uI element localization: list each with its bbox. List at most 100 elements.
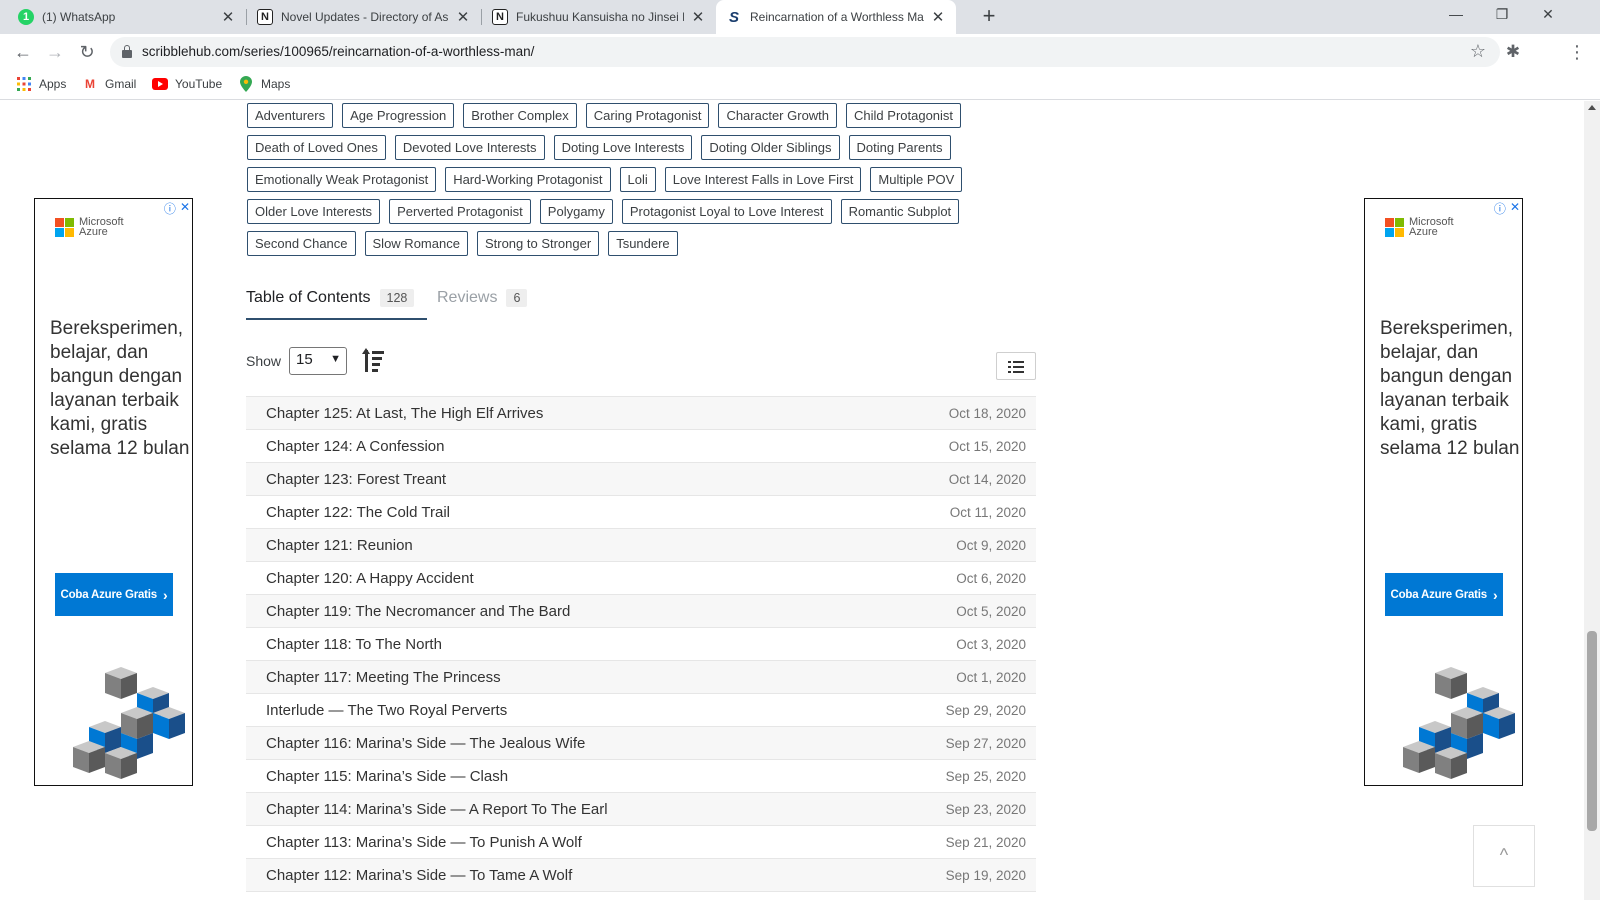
scrollbar-thumb[interactable]: [1587, 631, 1597, 831]
back-arrow-icon[interactable]: ←: [10, 39, 36, 65]
close-icon[interactable]: ✕: [180, 200, 190, 217]
chapter-link[interactable]: Chapter 114: Marina’s Side — A Report To…: [266, 801, 608, 818]
chapter-row[interactable]: Chapter 119: The Necromancer and The Bar…: [246, 595, 1036, 628]
chapter-row[interactable]: Chapter 117: Meeting The Princess Oct 1, …: [246, 661, 1036, 694]
chapter-row[interactable]: Chapter 112: Marina’s Side — To Tame A W…: [246, 859, 1036, 892]
tag-link[interactable]: Loli: [619, 167, 656, 192]
bookmark-maps[interactable]: Maps: [238, 76, 290, 92]
pagination-controls: Show 15 ▼: [246, 347, 387, 375]
close-icon[interactable]: ✕: [220, 8, 236, 26]
tag-link[interactable]: Emotionally Weak Protagonist: [247, 167, 437, 192]
chapter-row[interactable]: Chapter 116: Marina’s Side — The Jealous…: [246, 727, 1036, 760]
left-ad-banner[interactable]: ⓘ ✕ Microsoft Azure Bereksperimen, belajar…: [34, 198, 193, 786]
forward-arrow-icon[interactable]: →: [42, 39, 68, 65]
info-icon[interactable]: ⓘ: [1494, 200, 1506, 217]
tab-reviews[interactable]: Reviews 6: [437, 289, 528, 307]
tag-link[interactable]: Child Protagonist: [846, 103, 962, 128]
tag-link[interactable]: Doting Older Siblings: [701, 135, 840, 160]
tag-link[interactable]: Caring Protagonist: [585, 103, 710, 128]
right-ad-banner[interactable]: ⓘ ✕ Microsoft Azure Bereksperimen, belajar…: [1364, 198, 1523, 786]
new-tab-button[interactable]: +: [976, 4, 1002, 30]
sort-order-icon[interactable]: [362, 348, 387, 374]
tag-link[interactable]: Romantic Subplot: [840, 199, 960, 224]
tag-link[interactable]: Polygamy: [539, 199, 613, 224]
bookmark-apps[interactable]: Apps: [16, 76, 66, 92]
tab-whatsapp[interactable]: 1 (1) WhatsApp ✕: [8, 0, 246, 34]
chapter-link[interactable]: Chapter 123: Forest Treant: [266, 471, 446, 488]
reload-icon[interactable]: ↻: [74, 39, 100, 65]
chapter-row[interactable]: Chapter 122: The Cold Trail Oct 11, 2020: [246, 496, 1036, 529]
tag-link[interactable]: Strong to Stronger: [476, 231, 600, 256]
chapter-link[interactable]: Interlude — The Two Royal Perverts: [266, 702, 507, 719]
chapter-link[interactable]: Chapter 119: The Necromancer and The Bar…: [266, 603, 570, 620]
kebab-menu-icon[interactable]: ⋮: [1567, 39, 1587, 65]
url-text[interactable]: scribblehub.com/series/100965/reincarnat…: [142, 44, 534, 59]
tag-link[interactable]: Adventurers: [247, 103, 334, 128]
chapter-row[interactable]: Chapter 125: At Last, The High Elf Arriv…: [246, 397, 1036, 430]
tag-link[interactable]: Death of Loved Ones: [247, 135, 386, 160]
close-icon[interactable]: ✕: [1510, 200, 1520, 217]
list-view-toggle-icon[interactable]: [996, 352, 1036, 380]
tag-link[interactable]: Hard-Working Protagonist: [445, 167, 611, 192]
tag-link[interactable]: Character Growth: [718, 103, 838, 128]
tag-link[interactable]: Brother Complex: [463, 103, 577, 128]
page-size-value: 15: [296, 351, 313, 368]
chapter-link[interactable]: Chapter 117: Meeting The Princess: [266, 669, 501, 686]
info-icon[interactable]: ⓘ: [164, 200, 176, 217]
chapter-link[interactable]: Chapter 124: A Confession: [266, 438, 444, 455]
back-to-top-button[interactable]: ^: [1473, 825, 1535, 887]
chapter-row[interactable]: Chapter 115: Marina’s Side — Clash Sep 25…: [246, 760, 1036, 793]
tag-link[interactable]: Older Love Interests: [247, 199, 381, 224]
tab-novel-updates[interactable]: N Novel Updates - Directory of Asia ✕: [247, 0, 481, 34]
ad-choices[interactable]: ⓘ ✕: [1494, 200, 1520, 217]
tab-reincarnation[interactable]: S Reincarnation of a Worthless Man ✕: [716, 0, 956, 34]
tag-link[interactable]: Doting Love Interests: [553, 135, 693, 160]
chapter-row[interactable]: Chapter 120: A Happy Accident Oct 6, 2020: [246, 562, 1036, 595]
ad-cta-button[interactable]: Coba Azure Gratis ›: [55, 573, 173, 616]
tag-link[interactable]: Tsundere: [608, 231, 678, 256]
ad-cta-button[interactable]: Coba Azure Gratis ›: [1385, 573, 1503, 616]
chapter-link[interactable]: Chapter 122: The Cold Trail: [266, 504, 450, 521]
tag-link[interactable]: Doting Parents: [848, 135, 951, 160]
bookmark-star-icon[interactable]: ☆: [1470, 41, 1486, 62]
tag-link[interactable]: Age Progression: [342, 103, 455, 128]
chapter-row[interactable]: Chapter 121: Reunion Oct 9, 2020: [246, 529, 1036, 562]
chapter-link[interactable]: Chapter 120: A Happy Accident: [266, 570, 474, 587]
chapter-link[interactable]: Chapter 115: Marina’s Side — Clash: [266, 768, 508, 785]
tag-link[interactable]: Second Chance: [247, 231, 356, 256]
chapter-row[interactable]: Chapter 118: To The North Oct 3, 2020: [246, 628, 1036, 661]
chapter-link[interactable]: Chapter 112: Marina’s Side — To Tame A W…: [266, 867, 572, 884]
chapter-link[interactable]: Chapter 125: At Last, The High Elf Arriv…: [266, 405, 543, 422]
tag-link[interactable]: Slow Romance: [364, 231, 468, 256]
close-icon[interactable]: ✕: [690, 8, 706, 26]
close-window-icon[interactable]: ✕: [1525, 0, 1571, 30]
tag-link[interactable]: Love Interest Falls in Love First: [664, 167, 862, 192]
tag-link[interactable]: Protagonist Loyal to Love Interest: [621, 199, 832, 224]
bookmark-youtube[interactable]: YouTube: [152, 76, 222, 92]
ad-choices[interactable]: ⓘ ✕: [164, 200, 190, 217]
close-icon[interactable]: ✕: [930, 8, 946, 26]
tab-table-of-contents[interactable]: Table of Contents 128: [246, 289, 415, 307]
chapter-row[interactable]: Chapter 123: Forest Treant Oct 14, 2020: [246, 463, 1036, 496]
address-bar[interactable]: scribblehub.com/series/100965/reincarnat…: [110, 37, 1500, 67]
chapter-link[interactable]: Chapter 116: Marina’s Side — The Jealous…: [266, 735, 585, 752]
chapter-row[interactable]: Interlude — The Two Royal Perverts Sep 29…: [246, 694, 1036, 727]
restore-icon[interactable]: ❐: [1479, 0, 1525, 30]
chapter-row[interactable]: Chapter 124: A Confession Oct 15, 2020: [246, 430, 1036, 463]
chapter-link[interactable]: Chapter 118: To The North: [266, 636, 442, 653]
page-size-select[interactable]: 15 ▼: [289, 347, 348, 375]
chapter-row[interactable]: Chapter 113: Marina’s Side — To Punish A…: [246, 826, 1036, 859]
chapter-link[interactable]: Chapter 113: Marina’s Side — To Punish A…: [266, 834, 582, 851]
chapter-link[interactable]: Chapter 121: Reunion: [266, 537, 413, 554]
page-scrollbar[interactable]: [1584, 101, 1600, 900]
tag-link[interactable]: Devoted Love Interests: [394, 135, 545, 160]
tag-link[interactable]: Multiple POV: [870, 167, 963, 192]
minimize-icon[interactable]: —: [1433, 0, 1479, 30]
scroll-up-arrow-icon[interactable]: [1588, 105, 1596, 110]
close-icon[interactable]: ✕: [455, 8, 471, 26]
extensions-puzzle-icon[interactable]: ✱: [1500, 39, 1526, 65]
chapter-row[interactable]: Chapter 114: Marina’s Side — A Report To…: [246, 793, 1036, 826]
tab-fukushuu[interactable]: N Fukushuu Kansuisha no Jinsei Nii ✕: [482, 0, 716, 34]
bookmark-gmail[interactable]: M Gmail: [82, 76, 136, 92]
tag-link[interactable]: Perverted Protagonist: [389, 199, 531, 224]
